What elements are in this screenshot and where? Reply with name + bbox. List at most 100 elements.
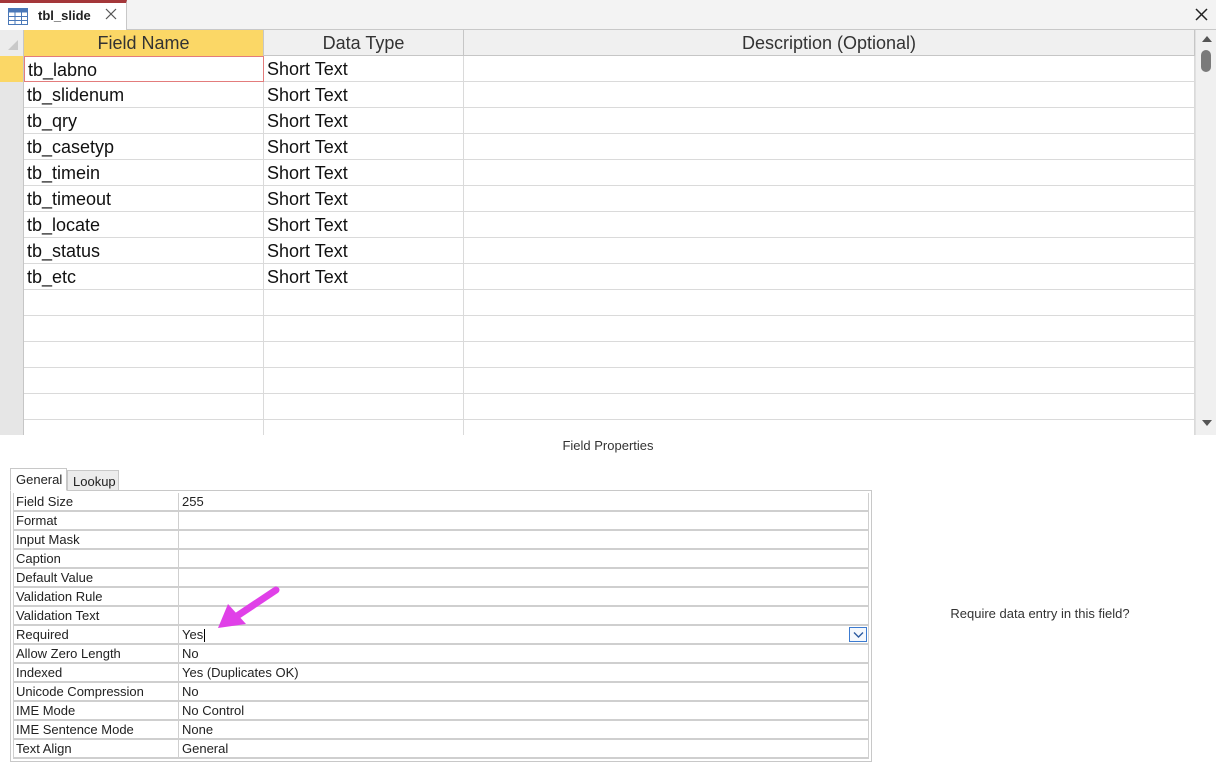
property-value[interactable]: No Control [179,702,869,719]
table-row[interactable] [0,342,1195,368]
data-type-cell[interactable] [264,316,464,342]
field-name-cell[interactable] [24,342,264,368]
property-value[interactable]: None [179,721,869,738]
property-value[interactable] [179,550,869,567]
row-selector[interactable] [0,160,24,186]
table-row[interactable]: tb_timeout Short Text [0,186,1195,212]
field-name-cell[interactable]: tb_qry [24,108,264,134]
row-selector[interactable] [0,82,24,108]
field-name-cell[interactable]: tb_casetyp [24,134,264,160]
table-row[interactable]: tb_timein Short Text [0,160,1195,186]
data-type-cell[interactable] [264,368,464,394]
required-dropdown-button[interactable] [849,627,867,642]
tab-tbl-slide[interactable]: tbl_slide [0,0,127,31]
table-row[interactable]: tb_slidenum Short Text [0,82,1195,108]
scroll-up-arrow-icon[interactable] [1202,36,1212,42]
description-cell[interactable] [464,186,1195,212]
field-name-cell[interactable] [24,368,264,394]
description-cell[interactable] [464,212,1195,238]
property-value[interactable] [179,512,869,529]
column-header-field-name[interactable]: Field Name [24,30,264,56]
table-row[interactable]: tb_casetyp Short Text [0,134,1195,160]
table-row[interactable] [0,290,1195,316]
property-value[interactable]: Yes (Duplicates OK) [179,664,869,681]
select-all-corner[interactable] [0,30,24,56]
row-selector[interactable] [0,368,24,394]
description-cell[interactable] [464,368,1195,394]
table-row[interactable]: tb_etc Short Text [0,264,1195,290]
description-cell[interactable] [464,264,1195,290]
data-type-cell[interactable]: Short Text [264,82,464,108]
property-label: Format [13,512,179,529]
vertical-scrollbar[interactable] [1195,30,1216,435]
data-type-cell[interactable]: Short Text [264,212,464,238]
description-cell[interactable] [464,82,1195,108]
data-type-cell[interactable]: Short Text [264,186,464,212]
row-selector[interactable] [0,134,24,160]
field-name-cell[interactable]: tb_etc [24,264,264,290]
table-row[interactable] [0,394,1195,420]
description-cell[interactable] [464,238,1195,264]
property-value[interactable] [179,531,869,548]
data-type-cell[interactable]: Short Text [264,160,464,186]
close-window-icon[interactable] [1195,8,1208,21]
data-type-cell[interactable]: Short Text [264,56,464,82]
row-selector[interactable] [0,394,24,420]
description-cell[interactable] [464,160,1195,186]
field-name-cell[interactable]: tb_status [24,238,264,264]
field-name-cell[interactable]: tb_slidenum [24,82,264,108]
column-header-description[interactable]: Description (Optional) [464,30,1195,56]
table-row[interactable] [0,316,1195,342]
description-cell[interactable] [464,420,1195,435]
field-name-cell[interactable]: tb_timeout [24,186,264,212]
field-name-cell[interactable] [24,420,264,435]
row-selector[interactable] [0,56,24,82]
table-row[interactable]: tb_status Short Text [0,238,1195,264]
description-cell[interactable] [464,342,1195,368]
data-type-cell[interactable] [264,394,464,420]
close-icon[interactable] [104,7,118,21]
row-selector[interactable] [0,238,24,264]
field-name-cell[interactable] [24,290,264,316]
description-cell[interactable] [464,134,1195,160]
data-type-cell[interactable]: Short Text [264,134,464,160]
description-cell[interactable] [464,394,1195,420]
property-value[interactable]: No [179,683,869,700]
property-value[interactable]: 255 [179,493,869,510]
field-name-cell[interactable]: tb_locate [24,212,264,238]
property-value[interactable]: No [179,645,869,662]
field-name-cell[interactable] [24,394,264,420]
row-selector[interactable] [0,316,24,342]
tab-lookup[interactable]: Lookup [67,470,119,491]
table-row[interactable] [0,420,1195,435]
data-type-cell[interactable] [264,342,464,368]
field-name-cell[interactable]: tb_labno [24,56,264,82]
row-selector[interactable] [0,342,24,368]
description-cell[interactable] [464,56,1195,82]
field-name-cell[interactable]: tb_timein [24,160,264,186]
row-selector[interactable] [0,290,24,316]
table-row[interactable]: tb_qry Short Text [0,108,1195,134]
scroll-down-arrow-icon[interactable] [1202,420,1212,426]
column-header-data-type[interactable]: Data Type [264,30,464,56]
scrollbar-thumb[interactable] [1201,50,1211,72]
description-cell[interactable] [464,316,1195,342]
row-selector[interactable] [0,212,24,238]
data-type-cell[interactable] [264,420,464,435]
property-value[interactable]: General [179,740,869,757]
data-type-cell[interactable] [264,290,464,316]
data-type-cell[interactable]: Short Text [264,264,464,290]
description-cell[interactable] [464,290,1195,316]
table-row[interactable]: tb_locate Short Text [0,212,1195,238]
data-type-cell[interactable]: Short Text [264,238,464,264]
row-selector[interactable] [0,108,24,134]
table-row[interactable] [0,368,1195,394]
description-cell[interactable] [464,108,1195,134]
row-selector[interactable] [0,186,24,212]
field-name-cell[interactable] [24,316,264,342]
table-row[interactable]: tb_labno Short Text [0,56,1195,82]
row-selector[interactable] [0,264,24,290]
data-type-cell[interactable]: Short Text [264,108,464,134]
tab-general[interactable]: General [10,468,67,491]
row-selector[interactable] [0,420,24,435]
